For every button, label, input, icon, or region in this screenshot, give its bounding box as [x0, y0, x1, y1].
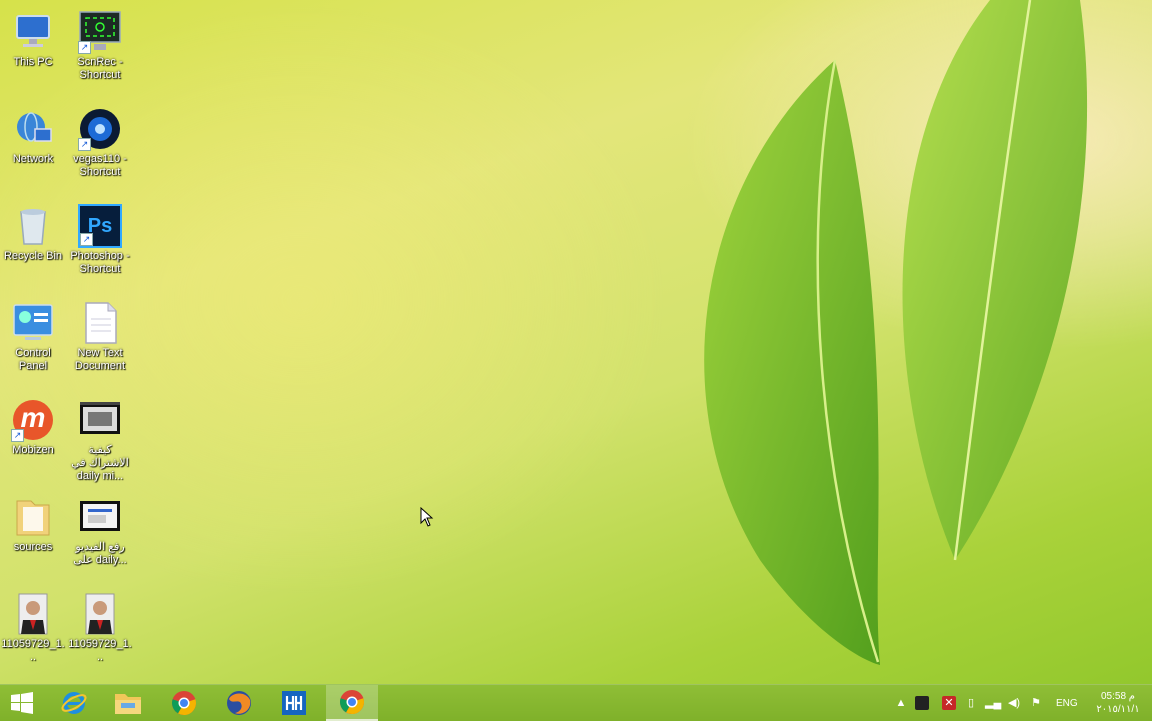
- desktop-icon-video-2[interactable]: رفع الفيديو على daily...: [67, 489, 133, 567]
- desktop-icon-control-panel[interactable]: Control Panel: [0, 295, 66, 373]
- icon-label: Recycle Bin: [3, 250, 63, 262]
- shortcut-arrow-icon: ↗: [78, 138, 91, 151]
- desktop-icon-photo-1[interactable]: 11059729_1...: [0, 586, 66, 664]
- desktop-icon-recycle-bin[interactable]: Recycle Bin: [0, 198, 66, 263]
- desktop-icon-this-pc[interactable]: This PC: [0, 4, 66, 69]
- mouse-cursor-icon: [420, 507, 434, 527]
- start-button[interactable]: [0, 685, 44, 721]
- icon-label: ScnRec - Shortcut: [77, 56, 123, 81]
- vegas-icon: ↗: [78, 107, 122, 151]
- internet-explorer-icon: [61, 692, 87, 714]
- this-pc-icon: [11, 10, 55, 54]
- shortcut-arrow-icon: ↗: [11, 429, 24, 442]
- photo-icon: [78, 592, 122, 636]
- icon-label: vegas110 - Shortcut: [73, 153, 127, 178]
- taskbar-file-explorer[interactable]: [102, 685, 154, 721]
- video-file-icon: [78, 495, 122, 539]
- desktop-icon-scnrec[interactable]: ↗ ScnRec - Shortcut: [67, 4, 133, 82]
- taskbar-chrome[interactable]: [158, 685, 210, 721]
- icon-label: 11059729_1...: [1, 638, 65, 663]
- shortcut-arrow-icon: ↗: [80, 233, 93, 246]
- firefox-icon: [227, 691, 251, 715]
- screen-recorder-tray-icon[interactable]: [915, 696, 929, 710]
- desktop-icon-network[interactable]: Network: [0, 101, 66, 166]
- desktop-icon-vegas[interactable]: ↗ vegas110 - Shortcut: [67, 101, 133, 179]
- icon-label: 11059729_1...: [68, 638, 132, 663]
- clock-time: 05:58 م: [1100, 691, 1135, 702]
- desktop-icon-photo-2[interactable]: 11059729_1...: [67, 586, 133, 664]
- icon-label: Network: [12, 153, 54, 165]
- clock-date: ٢٠١٥/١١/١: [1096, 704, 1140, 715]
- photoshop-icon: Ps ↗: [78, 204, 122, 248]
- desktop-icon-video-1[interactable]: كيفية الاشتراك في daily mi...: [67, 392, 133, 483]
- icon-label: This PC: [13, 56, 53, 68]
- network-icon: [11, 107, 55, 151]
- taskbar-firefox[interactable]: [213, 685, 265, 721]
- desktop-icon-new-text-document[interactable]: New Text Document: [67, 295, 133, 373]
- recycle-bin-icon: [11, 204, 55, 248]
- icon-label: Mobizen: [12, 444, 54, 456]
- desktop-icon-mobizen[interactable]: m ↗ Mobizen: [0, 392, 66, 457]
- video-file-icon: [78, 398, 122, 442]
- folder-icon: [11, 495, 55, 539]
- clock[interactable]: 05:58 م ٢٠١٥/١١/١: [1088, 690, 1148, 716]
- desktop-icon-photoshop[interactable]: Ps ↗ Photoshop - Shortcut: [67, 198, 133, 276]
- app-icon: [282, 691, 306, 715]
- language-indicator[interactable]: ENG: [1056, 698, 1078, 709]
- screen-recorder-icon: ↗: [78, 10, 122, 54]
- action-center-flag-icon[interactable]: ⚑: [1029, 696, 1043, 710]
- desktop[interactable]: This PC Network Recycle Bin Control Pane…: [0, 0, 1152, 684]
- photo-icon: [11, 592, 55, 636]
- icon-label: كيفية الاشتراك في daily mi...: [71, 444, 129, 482]
- signal-tray-icon[interactable]: ▂▄: [985, 696, 1001, 710]
- wallpaper-leaves: [704, 0, 1088, 665]
- chrome-icon: [340, 690, 364, 714]
- antivirus-tray-icon[interactable]: ✕: [942, 696, 956, 710]
- chrome-icon: [172, 691, 196, 715]
- shortcut-arrow-icon: ↗: [78, 41, 91, 54]
- volume-tray-icon[interactable]: ◀): [1007, 696, 1021, 710]
- show-hidden-icons-icon[interactable]: ▲: [894, 696, 908, 710]
- taskbar-app[interactable]: [268, 685, 320, 721]
- icon-label: sources: [13, 541, 53, 553]
- text-document-icon: [78, 301, 122, 345]
- usb-tray-icon[interactable]: ▯: [964, 696, 978, 710]
- icon-label: Photoshop - Shortcut: [70, 250, 130, 275]
- mobizen-icon: m ↗: [11, 398, 55, 442]
- icon-label: رفع الفيديو على daily...: [73, 541, 127, 566]
- icon-label: New Text Document: [74, 347, 126, 372]
- taskbar: ▲ ✕ ▯ ▂▄ ◀) ⚑ ENG 05:58 م ٢٠١٥/١١/١: [0, 684, 1152, 721]
- control-panel-icon: [11, 301, 55, 345]
- taskbar-internet-explorer[interactable]: [48, 685, 100, 721]
- folder-icon: [115, 694, 141, 714]
- icon-label: Control Panel: [15, 347, 51, 372]
- taskbar-chrome-active[interactable]: [326, 685, 378, 721]
- windows-logo-icon: [11, 692, 33, 714]
- desktop-icon-sources[interactable]: sources: [0, 489, 66, 554]
